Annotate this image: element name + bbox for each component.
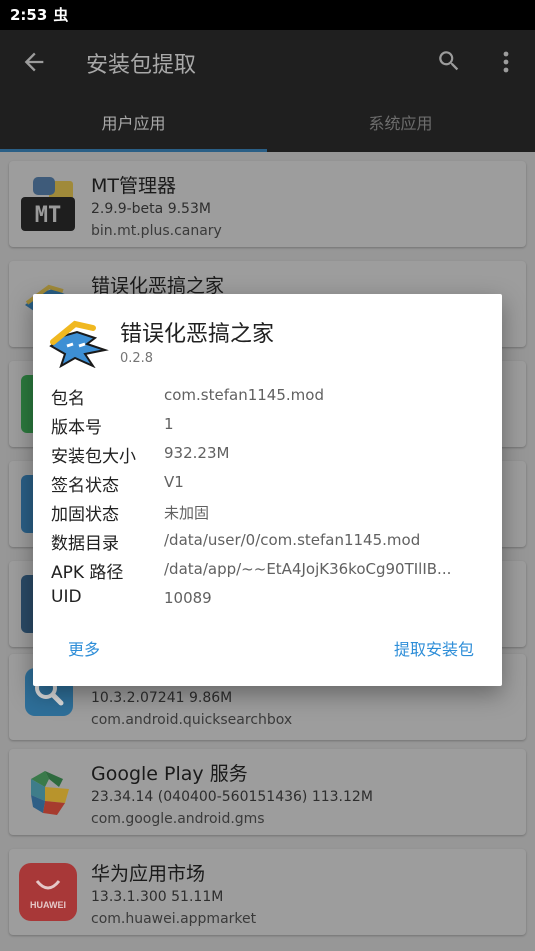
huawei-appgallery-icon: HUAWEI — [19, 863, 77, 921]
info-row-protection: 加固状态 未加固 — [51, 500, 491, 529]
app-package: com.huawei.appmarket — [91, 911, 257, 927]
app-name: Google Play 服务 — [91, 763, 248, 785]
info-key: 数据目录 — [51, 534, 119, 554]
info-value[interactable]: V1 — [164, 473, 184, 491]
app-package: com.google.android.gms — [91, 811, 265, 827]
back-arrow-icon[interactable] — [20, 48, 48, 76]
mt-manager-icon: MT — [21, 177, 75, 231]
info-row-version-code: 版本号 1 — [51, 413, 491, 442]
app-meta: 23.34.14 (040400-560151436) 113.12M — [91, 789, 373, 805]
page-title: 安装包提取 — [86, 53, 197, 78]
status-time: 2:53 — [10, 6, 48, 24]
info-row-package: 包名 com.stefan1145.mod — [51, 384, 491, 413]
info-row-signature: 签名状态 V1 — [51, 471, 491, 500]
info-row-data-dir: 数据目录 /data/user/0/com.stefan1145.mod — [51, 529, 491, 558]
info-value[interactable]: 10089 — [164, 589, 212, 607]
dialog-title: 错误化恶搞之家 — [120, 322, 275, 347]
more-button[interactable]: 更多 — [68, 636, 100, 660]
tab-user-apps[interactable]: 用户应用 — [0, 96, 267, 152]
app-meta: 2.9.9-beta 9.53M — [91, 201, 211, 217]
list-item[interactable]: HUAWEI 华为应用市场 13.3.1.300 51.11M com.huaw… — [9, 849, 526, 935]
tab-system-apps[interactable]: 系统应用 — [267, 96, 534, 152]
list-item[interactable]: MT MT管理器 2.9.9-beta 9.53M bin.mt.plus.ca… — [9, 161, 526, 247]
info-value[interactable]: /data/app/~~EtA4JojK36koCg90TIlIB... — [164, 560, 451, 578]
notification-bug-icon: 虫 — [53, 6, 69, 24]
huawei-icon-text: HUAWEI — [30, 900, 66, 910]
overflow-menu-icon[interactable] — [494, 48, 518, 76]
search-icon[interactable] — [436, 48, 462, 74]
tab-bar: 用户应用 系统应用 — [0, 96, 535, 152]
app-package: bin.mt.plus.canary — [91, 223, 222, 239]
info-key: APK 路径 — [51, 563, 124, 583]
app-meta: 13.3.1.300 51.11M — [91, 889, 224, 905]
app-name: MT管理器 — [91, 175, 176, 197]
info-value[interactable]: 932.23M — [164, 444, 229, 462]
info-value[interactable]: 1 — [164, 415, 174, 433]
google-play-services-icon — [31, 771, 69, 815]
info-value[interactable]: 未加固 — [164, 502, 209, 523]
mt-icon-text: MT — [35, 203, 62, 228]
info-key: 包名 — [51, 389, 85, 409]
status-bar: 2:53 虫 — [0, 0, 535, 30]
info-value[interactable]: /data/user/0/com.stefan1145.mod — [164, 531, 420, 549]
info-value[interactable]: com.stefan1145.mod — [164, 386, 324, 404]
app-bar: 安装包提取 — [0, 30, 535, 96]
app-meta: 10.3.2.07241 9.86M — [91, 690, 233, 706]
info-row-apk-path: APK 路径 /data/app/~~EtA4JojK36koCg90TIlIB… — [51, 558, 491, 587]
info-key: UID — [51, 587, 82, 607]
character-icon — [49, 320, 109, 368]
info-key: 签名状态 — [51, 476, 119, 496]
app-info-dialog: 错误化恶搞之家 0.2.8 包名 com.stefan1145.mod 版本号 … — [33, 294, 502, 686]
info-key: 加固状态 — [51, 505, 119, 525]
list-item[interactable]: Google Play 服务 23.34.14 (040400-56015143… — [9, 749, 526, 835]
extract-apk-button[interactable]: 提取安装包 — [394, 636, 474, 660]
info-row-uid: UID 10089 — [51, 587, 491, 616]
info-row-size: 安装包大小 932.23M — [51, 442, 491, 471]
info-key: 安装包大小 — [51, 447, 136, 467]
app-name: 华为应用市场 — [91, 863, 206, 885]
info-key: 版本号 — [51, 418, 102, 438]
dialog-version: 0.2.8 — [120, 351, 154, 366]
app-package: com.android.quicksearchbox — [91, 712, 293, 728]
